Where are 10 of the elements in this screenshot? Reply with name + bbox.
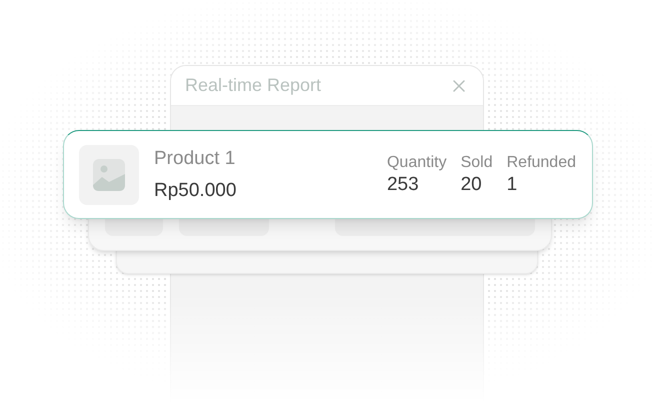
product-name: Product 1	[154, 146, 236, 170]
stat-value: 1	[506, 172, 518, 196]
stat-label: Sold	[460, 152, 493, 173]
dialog-title: Real-time Report	[185, 74, 322, 97]
product-price: Rp50.000	[154, 178, 236, 202]
stat-label: Refunded	[506, 152, 576, 173]
stat-value: 253	[386, 172, 420, 196]
stat-value: 20	[460, 172, 483, 196]
image-icon	[93, 158, 125, 190]
stat-label: Quantity	[386, 152, 447, 173]
